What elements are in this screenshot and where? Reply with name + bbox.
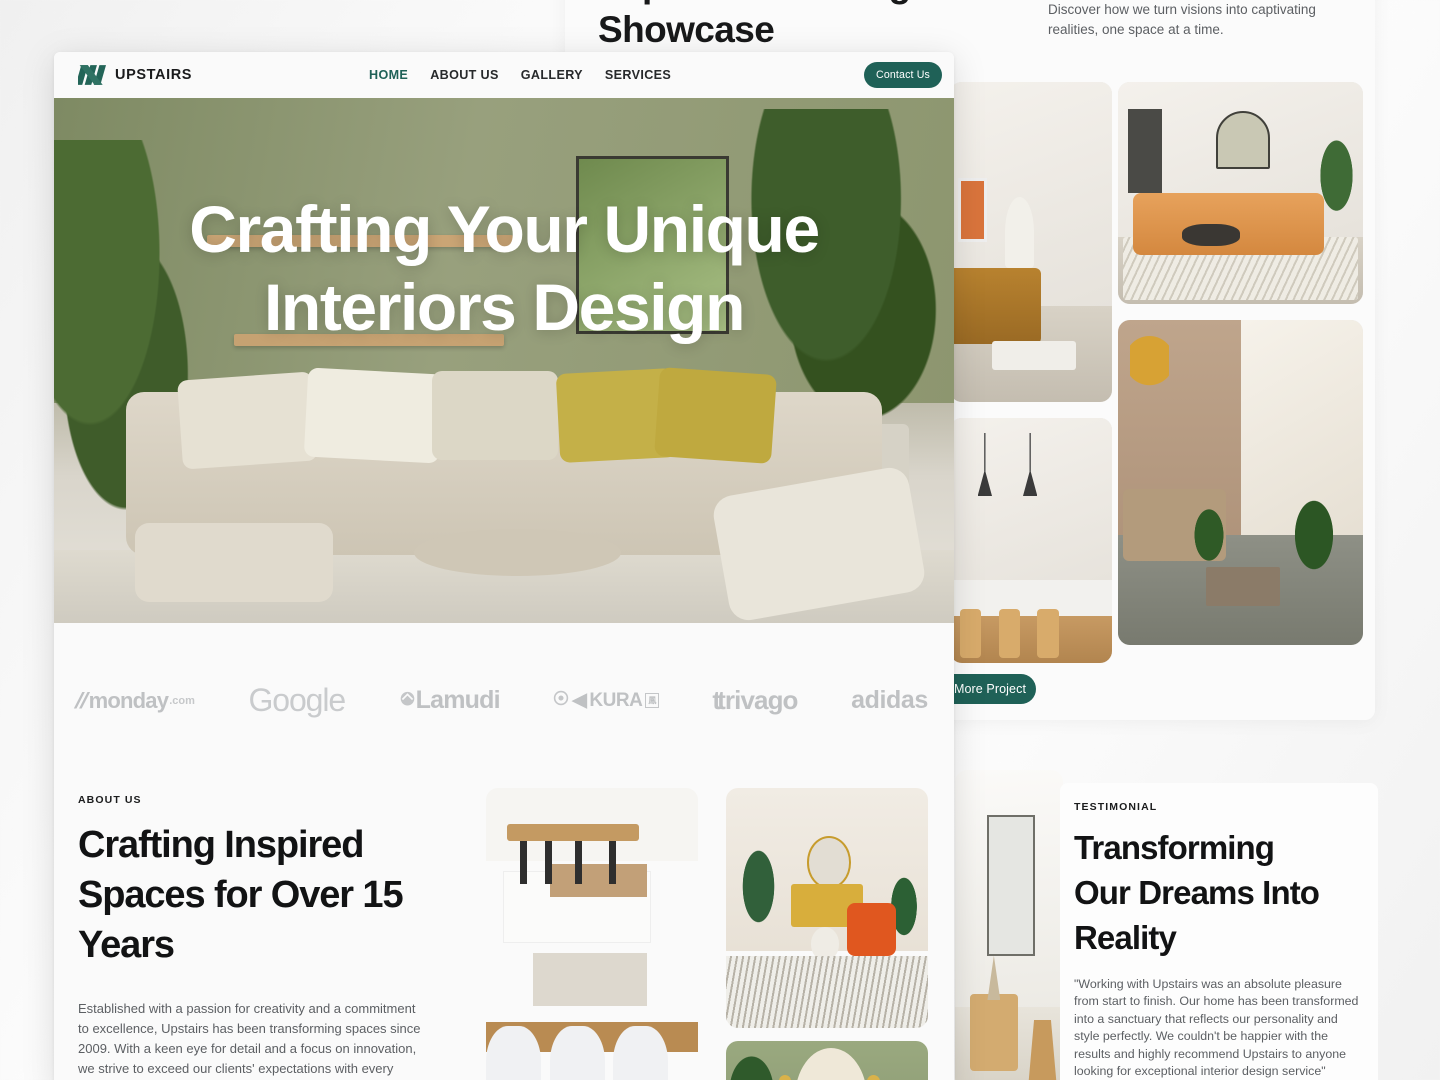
about-image-3[interactable] [726, 1041, 928, 1080]
nav-item-home[interactable]: HOME [369, 68, 408, 82]
logo-trivago: t trivago [712, 685, 798, 716]
logo-google: Google [248, 682, 346, 718]
logo-trivago-label: trivago [717, 685, 798, 715]
logo-lamudi-label: Lamudi [415, 686, 501, 714]
testimonial-background-image[interactable] [955, 770, 1063, 1080]
lamudi-pin-icon [399, 686, 416, 715]
testimonial-title-line-3: Reality [1074, 919, 1177, 956]
showcase-image-3[interactable] [1118, 82, 1363, 304]
testimonial-title: Transforming Our Dreams Into Reality [1060, 813, 1360, 960]
testimonial-title-line-1: Transforming [1074, 829, 1275, 866]
hero-title-line-2: Interiors Design [263, 270, 745, 344]
showcase-image-2[interactable] [950, 418, 1112, 663]
hero-image [54, 98, 954, 623]
logo-kura-label: KURA [589, 689, 643, 711]
testimonial-title-line-2: Our Dreams Into [1074, 874, 1320, 911]
showcase-heading: Explore Our Design Showcase [598, 0, 978, 52]
kura-arrow-icon: ◀ [572, 690, 587, 711]
upstairs-chevron-logo-icon [78, 65, 106, 85]
showcase-image-1[interactable] [950, 82, 1112, 402]
main-nav: HOME ABOUT US GALLERY SERVICES [369, 52, 671, 98]
showcase-heading-line-1: Explore Our Design [598, 0, 933, 5]
navbar: UPSTAIRS HOME ABOUT US GALLERY SERVICES … [54, 52, 954, 98]
logo-kura: ◀ KURA 鳳 [553, 689, 659, 712]
nav-item-services[interactable]: SERVICES [605, 68, 671, 82]
testimonial-eyebrow: TESTIMONIAL [1074, 801, 1158, 813]
testimonial-quote: "Working with Upstairs was an absolute p… [1074, 977, 1359, 1079]
hero-title-line-1: Crafting Your Unique [189, 192, 820, 266]
about-image-1[interactable] [486, 788, 698, 1080]
showcase-heading-line-2: Showcase [598, 9, 775, 50]
logo-monday-label: monday [88, 687, 169, 713]
showcase-description: Discover how we turn visions into captiv… [1048, 2, 1316, 37]
about-image-2[interactable] [726, 788, 928, 1028]
logo-lamudi: Lamudi [399, 686, 501, 715]
nav-item-about-us[interactable]: ABOUT US [430, 68, 499, 82]
kura-kanji-icon: 鳳 [645, 693, 659, 708]
client-logos-strip: // monday .com Google Lamudi ◀ KURA 鳳 t … [54, 623, 954, 778]
homepage-card: UPSTAIRS HOME ABOUT US GALLERY SERVICES … [54, 52, 954, 1080]
brand-name: UPSTAIRS [115, 67, 193, 83]
showcase-image-4[interactable] [1118, 320, 1363, 645]
logo-adidas: adidas [851, 686, 928, 714]
logo-monday-suffix: .com [169, 694, 195, 707]
brand[interactable]: UPSTAIRS [78, 65, 192, 85]
logo-monday: // monday .com [72, 687, 195, 714]
about-section: ABOUT US Crafting Inspired Spaces for Ov… [54, 778, 954, 1080]
testimonial-card: TESTIMONIAL Transforming Our Dreams Into… [1060, 783, 1378, 1080]
about-body: Established with a passion for creativit… [78, 1001, 421, 1076]
hero-title: Crafting Your Unique Interiors Design [54, 190, 954, 346]
contact-us-button[interactable]: Contact Us [864, 62, 942, 88]
about-title: Crafting Inspired Spaces for Over 15 Yea… [78, 824, 404, 966]
nav-item-gallery[interactable]: GALLERY [521, 68, 583, 82]
kura-mark-icon [553, 690, 569, 712]
hero-section: Crafting Your Unique Interiors Design [54, 98, 954, 623]
